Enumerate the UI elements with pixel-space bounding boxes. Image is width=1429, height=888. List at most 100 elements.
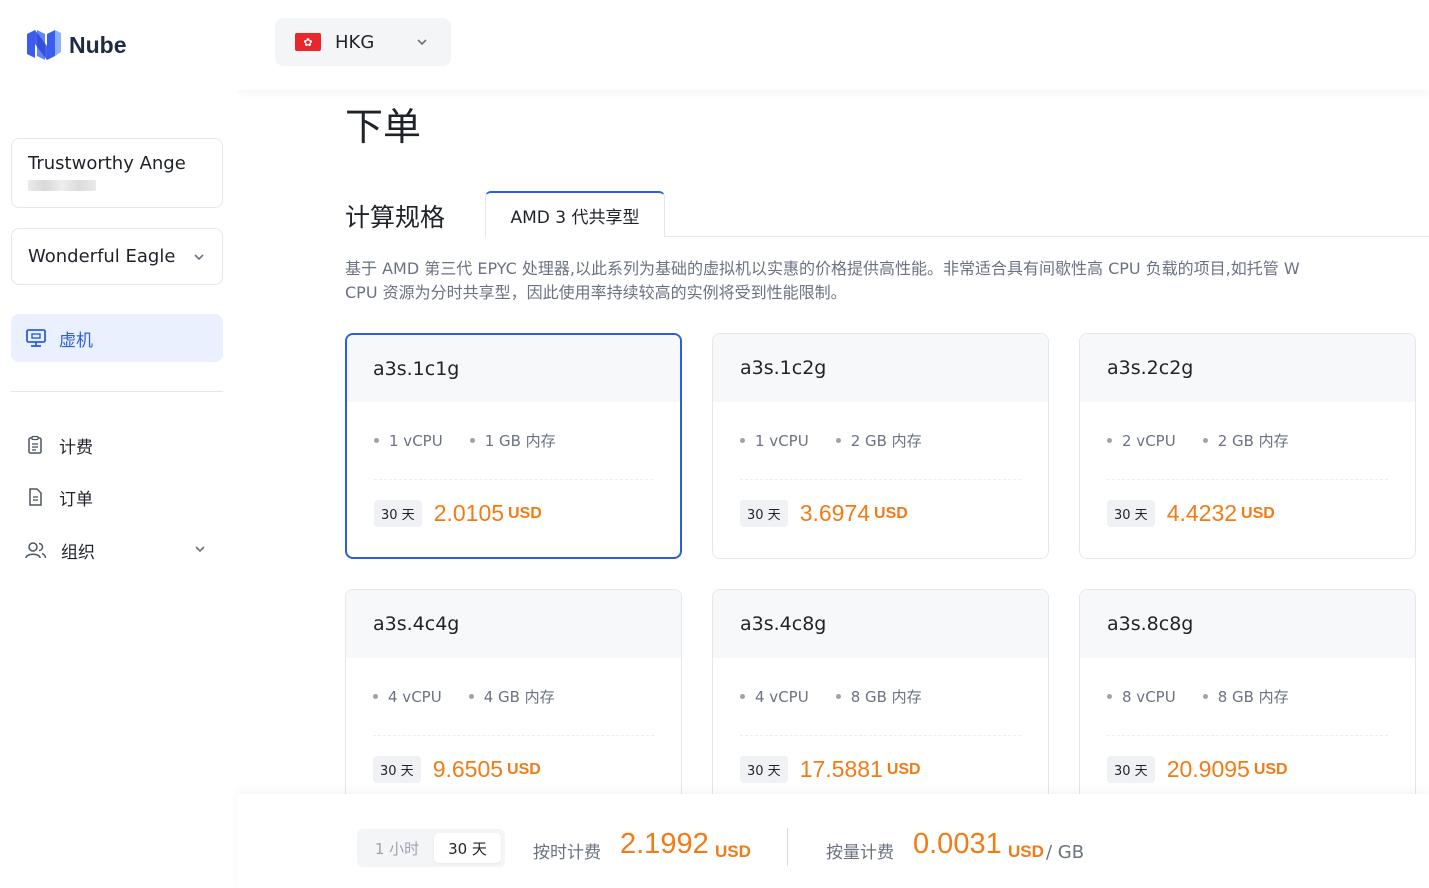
plan-period-badge: 30 天 <box>373 756 421 783</box>
plan-price: 3.6974 <box>799 500 871 526</box>
brand-logo[interactable]: Nube <box>25 26 127 64</box>
document-icon <box>29 488 42 506</box>
plan-price: 17.5881 <box>799 756 883 782</box>
bullet-icon <box>469 438 475 443</box>
nube-logo-icon <box>27 30 61 60</box>
bullet-icon <box>374 438 379 443</box>
plan-memory-text: 1 GB 内存 <box>484 432 556 450</box>
sidebar-item-label: 计费 <box>59 437 93 458</box>
plan-price: 4.4232 <box>1166 500 1238 526</box>
plan-specs: 4 vCPU 4 GB 内存 <box>346 686 681 707</box>
hourly-billing-unit: USD <box>715 842 751 861</box>
plan-memory: 1 GB 内存 <box>469 430 556 451</box>
plan-specs: 8 vCPU 8 GB 内存 <box>1080 686 1415 707</box>
plan-card[interactable]: a3s.1c2g 1 vCPU 2 GB 内存 30 天 3.6974 USD <box>712 333 1049 559</box>
plan-cpu: 4 vCPU <box>373 686 442 707</box>
plan-price-unit: USD <box>886 760 921 778</box>
plan-memory: 8 GB 内存 <box>1202 686 1289 707</box>
sidebar-item-label: 组织 <box>61 542 95 563</box>
plan-card[interactable]: a3s.4c4g 4 vCPU 4 GB 内存 30 天 9.6505 USD <box>345 589 682 815</box>
billing-divider <box>787 828 788 866</box>
plan-cpu-text: 2 vCPU <box>1122 431 1176 450</box>
page-title: 下单 <box>345 105 422 149</box>
hong-kong-flag-icon: ✿ <box>295 33 321 51</box>
plan-memory-text: 2 GB 内存 <box>850 432 922 450</box>
plan-memory-text: 8 GB 内存 <box>850 688 922 706</box>
section-title: 计算规格 <box>345 203 446 232</box>
plan-cpu: 1 vCPU <box>374 430 443 451</box>
plan-price-unit: USD <box>507 760 541 778</box>
sidebar: Nube Trustworthy Ange Wonderful Eagle 虚机… <box>0 0 237 888</box>
plan-cpu: 4 vCPU <box>740 686 809 707</box>
usage-billing-per: / GB <box>1046 842 1085 863</box>
plan-card-divider <box>1107 479 1388 480</box>
plan-price-unit: USD <box>1241 504 1275 522</box>
plan-card-divider <box>373 735 654 736</box>
usage-billing-label: 按量计费 <box>826 843 894 863</box>
region-code: HKG <box>335 31 375 53</box>
chevron-down-icon <box>194 253 204 260</box>
main-content: ✿ HKG 下单 计算规格 AMD 3 代共享型 基于 AMD 第三代 EPYC… <box>237 0 1429 888</box>
hourly-billing-label: 按时计费 <box>533 843 601 863</box>
plan-price-row: 30 天 17.5881 USD <box>713 756 1048 783</box>
plan-price-unit: USD <box>508 504 542 522</box>
organization-select[interactable]: Wonderful Eagle <box>11 228 223 285</box>
bullet-icon <box>373 694 378 699</box>
plan-description-line: 基于 AMD 第三代 EPYC 处理器,以此系列为基础的虚拟机以实惠的价格提供高… <box>345 259 1300 278</box>
sidebar-item-vm[interactable]: 虚机 <box>11 314 223 362</box>
plan-memory-text: 8 GB 内存 <box>1217 688 1289 706</box>
plan-price-row: 30 天 4.4232 USD <box>1080 500 1415 527</box>
bullet-icon <box>1202 694 1208 699</box>
plan-specs: 1 vCPU 1 GB 内存 <box>347 430 680 451</box>
plan-cpu: 2 vCPU <box>1107 430 1176 451</box>
user-card[interactable]: Trustworthy Ange <box>11 138 223 208</box>
plan-period-badge: 30 天 <box>1107 756 1155 783</box>
plan-cpu: 1 vCPU <box>740 430 809 451</box>
toggle-option-30-days[interactable]: 30 天 <box>434 833 501 863</box>
organization-select-value: Wonderful Eagle <box>28 246 176 267</box>
bullet-icon <box>1202 438 1208 443</box>
toggle-option-hour[interactable]: 1 小时 <box>361 833 433 863</box>
billing-bar: 1 小时 30 天 按时计费 2.1992 USD 按量计费 0.0031 US… <box>237 794 1429 888</box>
bullet-icon <box>1107 438 1112 443</box>
plan-card-divider <box>1107 735 1388 736</box>
monitor-icon <box>26 329 46 347</box>
top-bar: ✿ HKG <box>237 0 1429 90</box>
plan-name: a3s.4c8g <box>713 590 1048 658</box>
bullet-icon <box>740 694 745 699</box>
plan-card[interactable]: a3s.8c8g 8 vCPU 8 GB 内存 30 天 20.9095 USD <box>1079 589 1416 815</box>
plan-card[interactable]: a3s.2c2g 2 vCPU 2 GB 内存 30 天 4.4232 USD <box>1079 333 1416 559</box>
bullet-icon <box>740 438 745 443</box>
plan-description: 基于 AMD 第三代 EPYC 处理器,以此系列为基础的虚拟机以实惠的价格提供高… <box>345 257 1429 305</box>
plan-price: 2.0105 <box>433 500 505 526</box>
sidebar-divider <box>11 391 223 392</box>
plan-price: 20.9095 <box>1166 756 1250 782</box>
usage-billing-unit: USD <box>1008 842 1044 861</box>
usage-billing-value: 0.0031 <box>913 828 1002 860</box>
plan-memory-text: 2 GB 内存 <box>1217 432 1289 450</box>
sidebar-item-orders[interactable]: 订单 <box>11 477 223 517</box>
plan-period-badge: 30 天 <box>374 500 422 527</box>
sidebar-item-billing[interactable]: 计费 <box>11 425 223 465</box>
plan-memory: 8 GB 内存 <box>835 686 922 707</box>
tab-amd-shared[interactable]: AMD 3 代共享型 <box>485 191 665 237</box>
plan-name: a3s.4c4g <box>346 590 681 658</box>
plan-name: a3s.1c1g <box>347 335 680 402</box>
plan-period-badge: 30 天 <box>740 756 788 783</box>
plan-description-line: CPU 资源为分时共享型，因此使用率持续较高的实例将受到性能限制。 <box>345 283 847 302</box>
plan-cpu-text: 8 vCPU <box>1122 687 1176 706</box>
sidebar-item-organization[interactable]: 组织 <box>11 530 223 570</box>
billing-period-toggle: 1 小时 30 天 <box>357 829 505 867</box>
hourly-billing-value: 2.1992 <box>620 828 709 860</box>
plan-card[interactable]: a3s.4c8g 4 vCPU 8 GB 内存 30 天 17.5881 USD <box>712 589 1049 815</box>
plan-cpu: 8 vCPU <box>1107 686 1176 707</box>
region-select[interactable]: ✿ HKG <box>275 18 451 66</box>
plan-price-row: 30 天 9.6505 USD <box>346 756 681 783</box>
plan-price-unit: USD <box>1253 760 1288 778</box>
plan-price-unit: USD <box>874 504 908 522</box>
plan-card[interactable]: a3s.1c1g 1 vCPU 1 GB 内存 30 天 2.0105 USD <box>345 333 682 559</box>
user-name: Trustworthy Ange <box>28 153 186 174</box>
clipboard-icon <box>28 435 42 454</box>
chevron-down-icon <box>417 39 427 46</box>
plan-specs: 2 vCPU 2 GB 内存 <box>1080 430 1415 451</box>
